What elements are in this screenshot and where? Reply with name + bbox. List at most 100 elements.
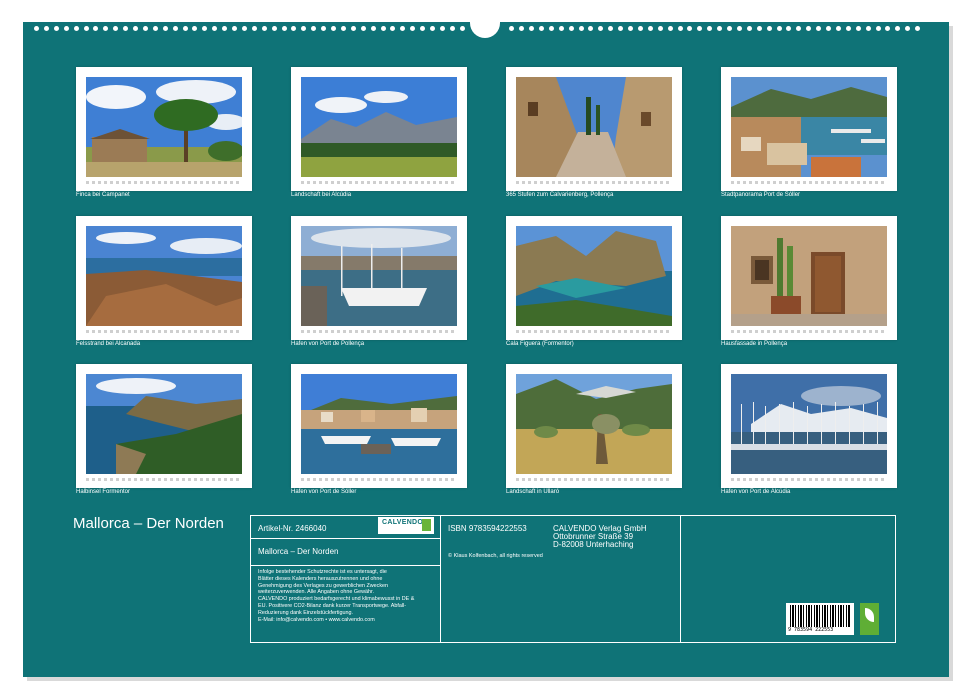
binding-hole bbox=[875, 26, 881, 31]
binding-hole bbox=[776, 26, 782, 31]
binding-hole bbox=[103, 26, 109, 31]
divider bbox=[251, 538, 440, 539]
binding-hole bbox=[281, 26, 287, 31]
photo-caption: Halbinsel Formentor bbox=[76, 489, 131, 495]
binding-hole bbox=[73, 26, 79, 31]
calendar-grid-strip bbox=[731, 330, 887, 333]
binding-hole bbox=[83, 26, 89, 31]
binding-hole bbox=[667, 26, 673, 31]
binding-hole bbox=[568, 26, 574, 31]
calendar-grid-strip bbox=[516, 181, 672, 184]
binding-hole bbox=[529, 26, 534, 31]
binding-hole bbox=[519, 26, 525, 31]
binding-hole bbox=[637, 26, 643, 31]
legal-line: weiterzuverwenden. Alle Angaben ohne Gew… bbox=[258, 589, 374, 596]
barcode-number: 9 783594 222553 bbox=[788, 627, 834, 633]
binding-hole bbox=[380, 26, 386, 31]
binding-hole bbox=[865, 26, 871, 31]
photo-caption: Hafen von Port de Alcúdia bbox=[721, 489, 791, 495]
binding-hole bbox=[291, 26, 297, 31]
legal-line: Reduzierung dank Einzelstückfertigung. bbox=[258, 609, 353, 616]
photo-thumb-finca bbox=[76, 67, 252, 191]
legal-line: Genehmigung des Verlages zu gewerblichen… bbox=[258, 582, 389, 589]
binding-hole bbox=[34, 26, 39, 31]
photo-thumb-formentor bbox=[76, 364, 252, 488]
binding-hole bbox=[717, 26, 723, 31]
binding-hole bbox=[420, 26, 426, 31]
photo-caption: Felsstrand bei Alcanada bbox=[76, 341, 141, 347]
binding-hole bbox=[241, 26, 247, 31]
binding-hole bbox=[439, 26, 445, 31]
binding-hole bbox=[657, 26, 663, 31]
copyright: © Klaus Kolfenbach, all rights reserved bbox=[448, 553, 543, 559]
binding-hole bbox=[598, 26, 604, 31]
binding-hole bbox=[548, 26, 554, 31]
calendar-grid-strip bbox=[731, 181, 887, 184]
binding-hole bbox=[360, 26, 366, 31]
binding-hole bbox=[123, 26, 129, 31]
photo-caption: Cala Figuera (Formentor) bbox=[506, 341, 574, 347]
binding-hole bbox=[430, 26, 435, 31]
divider bbox=[251, 565, 440, 566]
binding-hole bbox=[459, 26, 465, 31]
facade-photo bbox=[731, 226, 887, 326]
binding-hole bbox=[687, 26, 693, 31]
binding-hole bbox=[350, 26, 356, 31]
calendar-grid-strip bbox=[86, 330, 242, 333]
binding-hole bbox=[212, 26, 218, 31]
binding-hole bbox=[727, 26, 732, 31]
legal-notice: Infolge bestehender Schutzrechte ist es … bbox=[258, 569, 438, 623]
bay-photo bbox=[516, 226, 672, 326]
binding-hole bbox=[133, 26, 138, 31]
page-shadow-bottom bbox=[27, 677, 953, 681]
binding-hole bbox=[142, 26, 148, 31]
leaf-icon bbox=[865, 608, 874, 622]
binding-hole bbox=[301, 26, 307, 31]
binding-hole bbox=[628, 26, 633, 31]
photo-caption: Finca bei Campanet bbox=[76, 192, 130, 198]
binding-hole bbox=[746, 26, 752, 31]
binding-hole bbox=[162, 26, 168, 31]
binding-hole bbox=[835, 26, 841, 31]
calendar-title: Mallorca – Der Norden bbox=[73, 515, 224, 532]
binding-hole bbox=[340, 26, 346, 31]
harbor-photo bbox=[301, 374, 457, 474]
isbn: ISBN 9783594222553 bbox=[448, 524, 527, 533]
binding-hole bbox=[390, 26, 396, 31]
binding-hole bbox=[578, 26, 584, 31]
binding-hole bbox=[707, 26, 713, 31]
binding-hole bbox=[845, 26, 851, 31]
photo-caption: 365 Stufen zum Calvarienberg, Pollença bbox=[506, 192, 614, 198]
photo-caption: Landschaft bei Alcúdia bbox=[291, 192, 352, 198]
binding-hole bbox=[677, 26, 683, 31]
legal-line: EU. Positivere CO2-Bilanz dank kurzer Tr… bbox=[258, 602, 407, 609]
publisher-city: D-82008 Unterhaching bbox=[553, 540, 634, 549]
binding-hole bbox=[449, 26, 455, 31]
binding-hole bbox=[53, 26, 59, 31]
photo-caption: Stadtpanorama Port de Sóller bbox=[721, 192, 801, 198]
photo-thumb-port-soller-harbor bbox=[291, 364, 467, 488]
binding-hole bbox=[152, 26, 158, 31]
photo-thumb-calvary-steps bbox=[506, 67, 682, 191]
rocky-beach-photo bbox=[86, 226, 242, 326]
binding-hole bbox=[647, 26, 653, 31]
binding-hole bbox=[895, 26, 901, 31]
binding-hole bbox=[608, 26, 614, 31]
binding-hole bbox=[588, 26, 594, 31]
binding-hole bbox=[509, 26, 515, 31]
binding-hole bbox=[321, 26, 327, 31]
landscape-photo bbox=[516, 374, 672, 474]
binding-hole bbox=[816, 26, 822, 31]
binding-hole bbox=[182, 26, 188, 31]
stairs-photo bbox=[516, 77, 672, 177]
binding-hole bbox=[192, 26, 198, 31]
peninsula-photo bbox=[86, 374, 242, 474]
calendar-grid-strip bbox=[731, 478, 887, 481]
binding-hole bbox=[172, 26, 178, 31]
eco-leaf-icon bbox=[860, 603, 879, 635]
photo-caption: Hafen von Port de Pollença bbox=[291, 341, 365, 347]
binding-hole bbox=[400, 26, 406, 31]
binding-hole bbox=[93, 26, 99, 31]
binding-hole bbox=[63, 26, 69, 31]
photo-thumb-port-soller-panorama bbox=[721, 67, 897, 191]
